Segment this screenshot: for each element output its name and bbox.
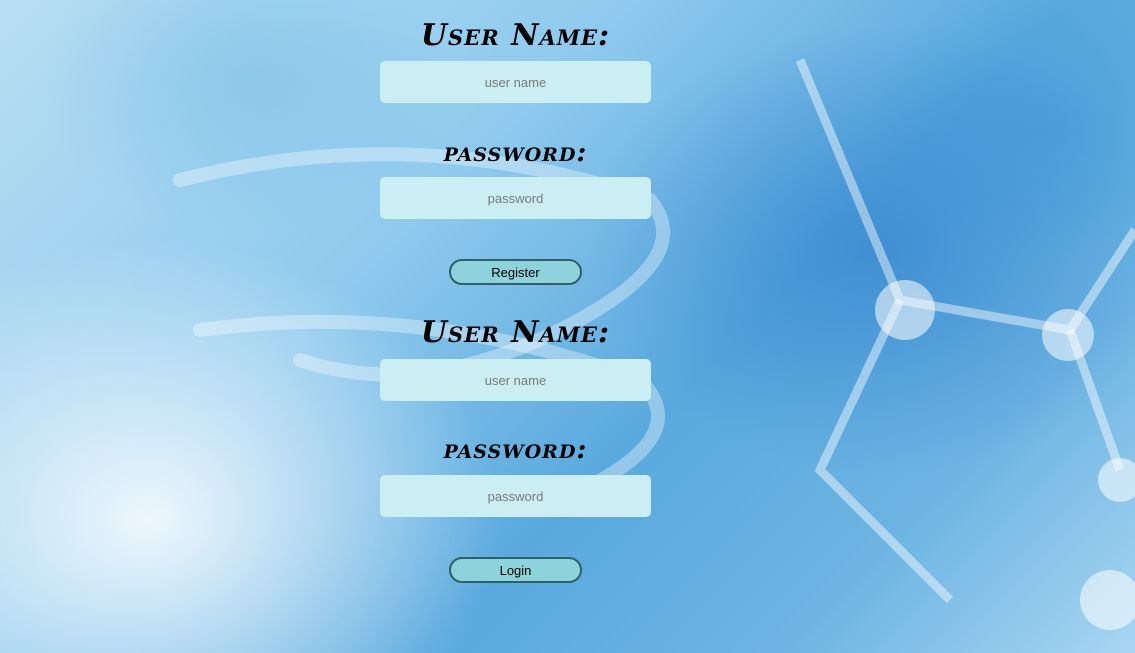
register-button[interactable]: Register <box>449 259 582 285</box>
register-username-input[interactable] <box>380 61 651 103</box>
login-button[interactable]: Login <box>449 557 582 583</box>
register-form: User Name: password: Register <box>380 0 651 300</box>
login-username-input[interactable] <box>380 359 651 401</box>
login-password-input[interactable] <box>380 475 651 517</box>
register-username-label: User Name: <box>420 18 611 53</box>
login-username-label: User Name: <box>420 315 611 350</box>
register-password-label: password: <box>443 137 588 168</box>
login-form: User Name: password: Login <box>380 297 651 597</box>
login-password-label: password: <box>443 434 588 465</box>
register-password-input[interactable] <box>380 177 651 219</box>
